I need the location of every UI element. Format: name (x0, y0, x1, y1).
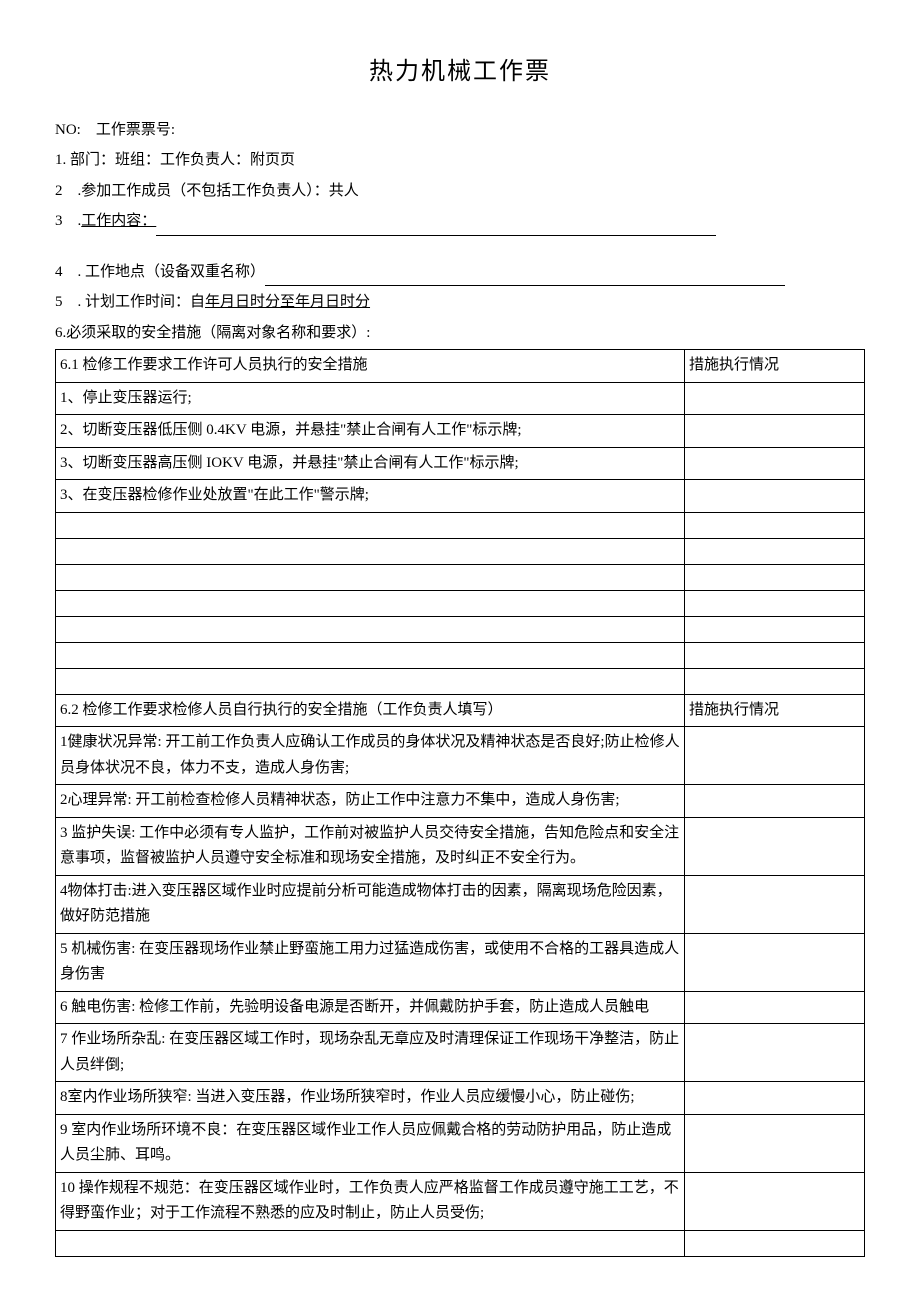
table-62-header-row: 6.2 检修工作要求检修人员自行执行的安全措施（工作负责人填写） 措施执行情况 (56, 694, 865, 727)
cell-measure (56, 564, 685, 590)
content-blank (156, 235, 716, 236)
cell-measure (56, 642, 685, 668)
line-content: 3 .工作内容： (55, 207, 865, 236)
cell-measure: 8室内作业场所狭窄: 当进入变压器，作业场所狭窄时，作业人员应缓慢小心，防止碰伤… (56, 1082, 685, 1115)
line-location: 4 . 工作地点（设备双重名称） (55, 258, 865, 287)
table-row: 5 机械伤害: 在变压器现场作业禁止野蛮施工用力过猛造成伤害，或使用不合格的工器… (56, 933, 865, 991)
table-row: 8室内作业场所狭窄: 当进入变压器，作业场所狭窄时，作业人员应缓慢小心，防止碰伤… (56, 1082, 865, 1115)
cell-status (685, 480, 865, 513)
table-row (56, 512, 865, 538)
table-62-header-left: 6.2 检修工作要求检修人员自行执行的安全措施（工作负责人填写） (56, 694, 685, 727)
cell-measure (56, 616, 685, 642)
cell-measure: 5 机械伤害: 在变压器现场作业禁止野蛮施工用力过猛造成伤害，或使用不合格的工器… (56, 933, 685, 991)
table-row (56, 616, 865, 642)
cell-status (685, 1082, 865, 1115)
line-dept: 1. 部门：班组：工作负责人：附页页 (55, 146, 865, 175)
cell-status (685, 1230, 865, 1256)
cell-status (685, 512, 865, 538)
table-row: 2心理异常: 开工前检查检修人员精神状态，防止工作中注意力不集中，造成人身伤害; (56, 785, 865, 818)
cell-measure (56, 668, 685, 694)
cell-measure: 2心理异常: 开工前检查检修人员精神状态，防止工作中注意力不集中，造成人身伤害; (56, 785, 685, 818)
cell-measure (56, 512, 685, 538)
table-row: 4物体打击:进入变压器区域作业时应提前分析可能造成物体打击的因素，隔离现场危险因… (56, 875, 865, 933)
table-row: 3、切断变压器高压侧 IOKV 电源，并悬挂"禁止合闸有人工作"标示牌; (56, 447, 865, 480)
cell-measure: 1健康状况异常: 开工前工作负责人应确认工作成员的身体状况及精神状态是否良好;防… (56, 727, 685, 785)
cell-status (685, 616, 865, 642)
table-row: 9 室内作业场所环境不良：在变压器区域作业工作人员应佩戴合格的劳动防护用品，防止… (56, 1114, 865, 1172)
cell-measure: 6 触电伤害: 检修工作前，先验明设备电源是否断开，并佩戴防护手套，防止造成人员… (56, 991, 685, 1024)
page-title: 热力机械工作票 (55, 50, 865, 96)
cell-measure: 7 作业场所杂乱: 在变压器区域工作时，现场杂乱无章应及时清理保证工作现场干净整… (56, 1024, 685, 1082)
cell-status (685, 668, 865, 694)
table-row (56, 590, 865, 616)
cell-measure: 10 操作规程不规范：在变压器区域作业时，工作负责人应严格监督工作成员遵守施工工… (56, 1172, 685, 1230)
line-location-label: 4 . 工作地点（设备双重名称） (55, 264, 265, 280)
cell-measure: 1、停止变压器运行; (56, 382, 685, 415)
table-61-header-right: 措施执行情况 (685, 350, 865, 383)
cell-measure: 3、切断变压器高压侧 IOKV 电源，并悬挂"禁止合闸有人工作"标示牌; (56, 447, 685, 480)
cell-measure: 3 监护失误: 工作中必须有专人监护，工作前对被监护人员交待安全措施，告知危险点… (56, 817, 685, 875)
cell-status (685, 1114, 865, 1172)
table-row (56, 1230, 865, 1256)
location-blank (265, 285, 785, 286)
cell-status (685, 727, 865, 785)
cell-status (685, 875, 865, 933)
cell-status (685, 590, 865, 616)
cell-status (685, 382, 865, 415)
cell-status (685, 447, 865, 480)
line-no: NO: 工作票票号: (55, 116, 865, 145)
table-row (56, 642, 865, 668)
table-row (56, 538, 865, 564)
table-row (56, 564, 865, 590)
cell-status (685, 1024, 865, 1082)
schedule-range: 年月日时分至年月日时分 (205, 294, 370, 310)
table-row (56, 668, 865, 694)
cell-status (685, 933, 865, 991)
table-61-header-left: 6.1 检修工作要求工作许可人员执行的安全措施 (56, 350, 685, 383)
table-row: 10 操作规程不规范：在变压器区域作业时，工作负责人应严格监督工作成员遵守施工工… (56, 1172, 865, 1230)
cell-status (685, 538, 865, 564)
cell-status (685, 817, 865, 875)
table-row: 7 作业场所杂乱: 在变压器区域工作时，现场杂乱无章应及时清理保证工作现场干净整… (56, 1024, 865, 1082)
cell-measure: 2、切断变压器低压侧 0.4KV 电源，并悬挂"禁止合闸有人工作"标示牌; (56, 415, 685, 448)
table-row: 3 监护失误: 工作中必须有专人监护，工作前对被监护人员交待安全措施，告知危险点… (56, 817, 865, 875)
table-62-header-right: 措施执行情况 (685, 694, 865, 727)
schedule-prefix: 5 . 计划工作时间：自 (55, 294, 205, 310)
line-members: 2 .参加工作成员（不包括工作负责人）：共人 (55, 177, 865, 206)
cell-measure: 4物体打击:进入变压器区域作业时应提前分析可能造成物体打击的因素，隔离现场危险因… (56, 875, 685, 933)
cell-status (685, 1172, 865, 1230)
line-content-prefix: 3 . (55, 213, 81, 229)
cell-measure: 9 室内作业场所环境不良：在变压器区域作业工作人员应佩戴合格的劳动防护用品，防止… (56, 1114, 685, 1172)
table-row: 1、停止变压器运行; (56, 382, 865, 415)
cell-measure (56, 538, 685, 564)
table-row: 1健康状况异常: 开工前工作负责人应确认工作成员的身体状况及精神状态是否良好;防… (56, 727, 865, 785)
table-61: 6.1 检修工作要求工作许可人员执行的安全措施 措施执行情况 1、停止变压器运行… (55, 349, 865, 1257)
table-row: 6 触电伤害: 检修工作前，先验明设备电源是否断开，并佩戴防护手套，防止造成人员… (56, 991, 865, 1024)
cell-status (685, 642, 865, 668)
line-content-label: 工作内容： (81, 213, 156, 229)
cell-measure: 3、在变压器检修作业处放置"在此工作"警示牌; (56, 480, 685, 513)
cell-status (685, 415, 865, 448)
table-row: 2、切断变压器低压侧 0.4KV 电源，并悬挂"禁止合闸有人工作"标示牌; (56, 415, 865, 448)
cell-status (685, 991, 865, 1024)
table-row: 3、在变压器检修作业处放置"在此工作"警示牌; (56, 480, 865, 513)
line-safety-header: 6.必须采取的安全措施（隔离对象名称和要求）: (55, 319, 865, 348)
line-schedule: 5 . 计划工作时间：自年月日时分至年月日时分 (55, 288, 865, 317)
cell-status (685, 785, 865, 818)
cell-status (685, 564, 865, 590)
cell-measure (56, 1230, 685, 1256)
cell-measure (56, 590, 685, 616)
table-61-header-row: 6.1 检修工作要求工作许可人员执行的安全措施 措施执行情况 (56, 350, 865, 383)
